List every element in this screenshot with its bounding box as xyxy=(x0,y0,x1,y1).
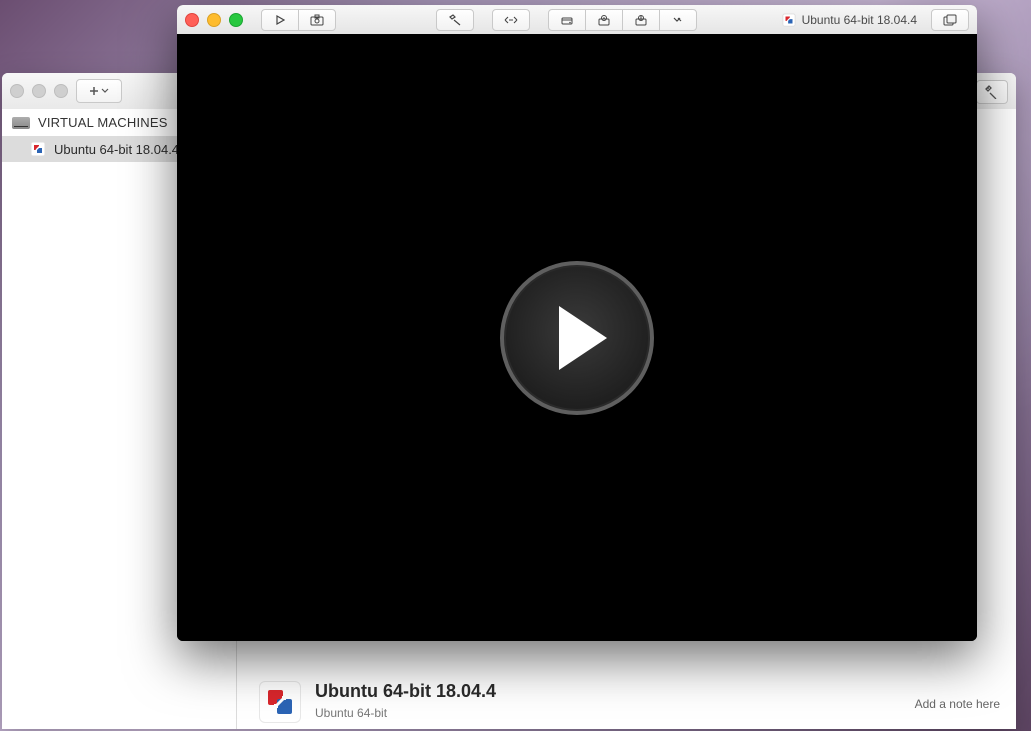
sidebar-item-label: Ubuntu 64-bit 18.04.4 xyxy=(54,142,179,157)
new-tab-button[interactable] xyxy=(931,9,969,31)
vm-window-title: Ubuntu 64-bit 18.04.4 xyxy=(782,13,917,27)
fit-button[interactable] xyxy=(492,9,530,31)
start-vm-button[interactable] xyxy=(500,261,654,415)
library-settings-button[interactable] xyxy=(976,80,1008,104)
maximize-icon[interactable] xyxy=(54,84,68,98)
vm-title: Ubuntu 64-bit 18.04.4 xyxy=(315,681,496,702)
cd-dvd-button[interactable] xyxy=(585,9,623,31)
close-icon[interactable] xyxy=(185,13,199,27)
vmware-icon xyxy=(782,13,796,27)
add-note-link[interactable]: Add a note here xyxy=(915,697,1000,711)
vmware-badge-icon xyxy=(259,681,301,723)
start-button[interactable] xyxy=(261,9,299,31)
sidebar-header-label: VIRTUAL MACHINES xyxy=(38,115,168,130)
vmware-icon xyxy=(30,141,46,157)
vm-window-title-label: Ubuntu 64-bit 18.04.4 xyxy=(802,13,917,27)
more-devices-button[interactable] xyxy=(659,9,697,31)
close-icon[interactable] xyxy=(10,84,24,98)
vm-info-text: Ubuntu 64-bit 18.04.4 Ubuntu 64-bit xyxy=(315,681,496,720)
power-segment xyxy=(261,9,336,31)
maximize-icon[interactable] xyxy=(229,13,243,27)
minimize-icon[interactable] xyxy=(207,13,221,27)
vm-screen xyxy=(177,34,977,641)
settings-button[interactable] xyxy=(436,9,474,31)
add-vm-button[interactable] xyxy=(76,79,122,103)
removable-device-button[interactable] xyxy=(622,9,660,31)
vm-info-card: Ubuntu 64-bit 18.04.4 Ubuntu 64-bit Add … xyxy=(259,677,1004,729)
play-icon xyxy=(559,306,607,370)
library-traffic-lights xyxy=(10,84,68,98)
snapshot-button[interactable] xyxy=(298,9,336,31)
devices-segment xyxy=(548,9,697,31)
vm-console-window: Ubuntu 64-bit 18.04.4 xyxy=(177,5,977,641)
minimize-icon[interactable] xyxy=(32,84,46,98)
hard-disk-button[interactable] xyxy=(548,9,586,31)
vm-traffic-lights xyxy=(185,13,243,27)
vm-subtitle: Ubuntu 64-bit xyxy=(315,706,496,720)
machines-icon xyxy=(12,117,30,129)
vm-toolbar: Ubuntu 64-bit 18.04.4 xyxy=(177,5,977,35)
